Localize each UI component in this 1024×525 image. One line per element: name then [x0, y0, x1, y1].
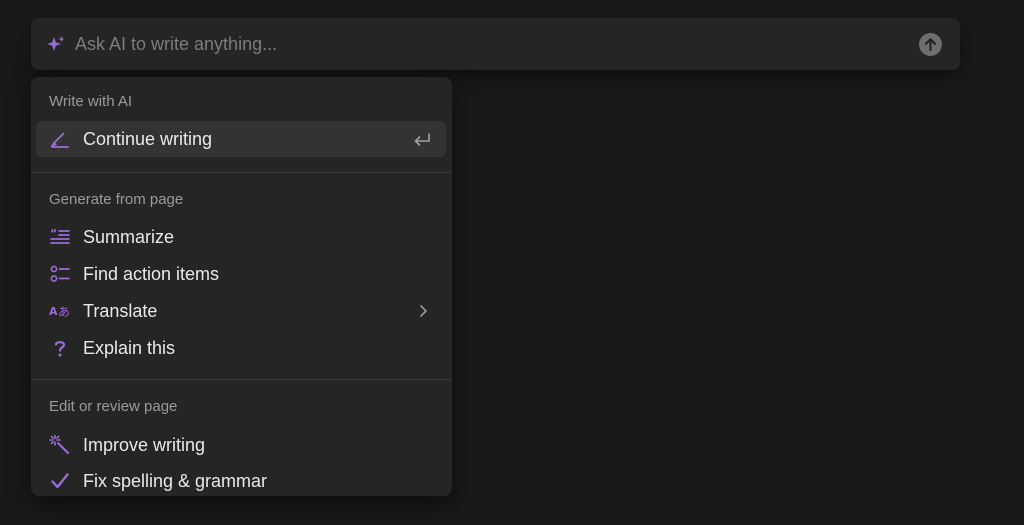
translate-icon: A あ — [49, 305, 70, 319]
menu-item-label: Find action items — [83, 264, 220, 284]
ai-command-menu: Write with AI Continue writing Generate … — [31, 77, 452, 496]
section-title-edit-or-review-page: Edit or review page — [49, 398, 178, 415]
ai-prompt-bar — [31, 18, 960, 70]
section-title-generate-from-page: Generate from page — [49, 191, 184, 208]
quote-lines-icon: “ — [50, 227, 70, 244]
svg-text:A: A — [49, 305, 58, 318]
menu-item-label: Continue writing — [83, 129, 213, 149]
menu-item-find-action-items[interactable]: Find action items — [36, 256, 446, 292]
section-title-write-with-ai: Write with AI — [49, 93, 133, 110]
menu-item-summarize[interactable]: “ Summarize — [36, 219, 446, 255]
menu-item-explain-this[interactable]: Explain this — [36, 330, 446, 366]
menu-item-improve-writing[interactable]: Improve writing — [36, 427, 446, 463]
enter-icon — [414, 133, 430, 146]
arrow-up-icon — [924, 38, 937, 52]
section-divider — [31, 379, 452, 380]
menu-item-label: Explain this — [83, 338, 176, 358]
section-divider — [31, 172, 452, 173]
sparkle-icon — [47, 36, 65, 51]
menu-item-fix-spelling-grammar[interactable]: Fix spelling & grammar — [36, 463, 446, 496]
chevron-right-icon — [420, 305, 427, 317]
menu-item-label: Fix spelling & grammar — [83, 471, 268, 491]
ai-prompt-input[interactable] — [75, 26, 895, 62]
checkmark-icon — [51, 473, 69, 489]
send-button[interactable] — [919, 33, 942, 56]
svg-text:あ: あ — [58, 305, 70, 319]
menu-item-translate[interactable]: A あ Translate — [36, 293, 446, 329]
menu-item-label: Summarize — [83, 227, 175, 247]
svg-text:“: “ — [50, 227, 57, 240]
checklist-icon — [50, 265, 70, 282]
pencil-icon — [50, 132, 69, 148]
menu-item-continue-writing[interactable]: Continue writing — [36, 121, 446, 157]
magic-wand-icon — [49, 434, 69, 454]
menu-item-label: Translate — [83, 301, 158, 321]
menu-item-label: Improve writing — [83, 435, 206, 455]
question-icon — [54, 341, 66, 357]
